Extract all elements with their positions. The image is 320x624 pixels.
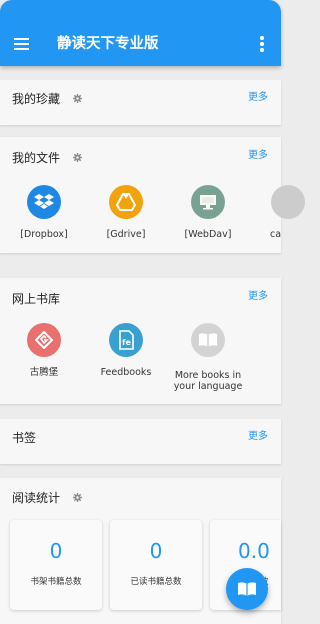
stat-label: 已读书籍总数 <box>130 577 182 587</box>
generic-icon <box>271 185 305 219</box>
stat-value: 0.0 <box>238 539 270 563</box>
open-book-fab[interactable] <box>226 568 268 610</box>
more-vert-icon[interactable] <box>257 36 267 52</box>
stat-value: 0 <box>149 539 163 563</box>
bookmarks-title: 书签 <box>12 431 37 445</box>
gutenberg-label: 古腾堡 <box>29 367 59 378</box>
app-bar: 静读天下专业版 <box>0 0 281 66</box>
online-library-card: 网上书库 更多 古腾堡 fe Feedbooks More books in y… <box>0 278 281 404</box>
svg-text:fe: fe <box>122 338 131 347</box>
online-library-title: 网上书库 <box>12 292 61 306</box>
gear-icon[interactable] <box>73 493 82 502</box>
my-files-title: 我的文件 <box>12 151 61 165</box>
favorites-card: 我的珍藏 更多 <box>0 80 281 125</box>
menu-icon[interactable] <box>14 38 29 50</box>
dropbox-label: [Dropbox] <box>20 229 68 240</box>
feedbooks-icon: fe <box>109 323 143 357</box>
online-library-more-link[interactable]: 更多 <box>248 290 268 304</box>
more-books-label-line1: More books in <box>174 370 242 381</box>
stat-label: 书架书籍总数 <box>30 577 82 587</box>
my-files-card: 我的文件 更多 [Dropbox] [Gdrive] [WebDav] ca <box>0 137 305 253</box>
stat-value: 0 <box>49 539 63 563</box>
stat-card-shelf-books[interactable]: 0 书架书籍总数 <box>10 520 102 610</box>
favorites-more-link[interactable]: 更多 <box>248 91 268 105</box>
bookmarks-card: 书签 更多 <box>0 419 281 464</box>
google-drive-icon <box>109 185 143 219</box>
gdrive-label: [Gdrive] <box>106 229 146 240</box>
computer-icon <box>191 185 225 219</box>
favorites-title: 我的珍藏 <box>12 92 61 106</box>
app-title: 静读天下专业版 <box>57 36 159 52</box>
open-book-icon <box>191 323 225 357</box>
gear-icon[interactable] <box>73 153 82 162</box>
dropbox-icon <box>27 185 61 219</box>
reading-stats-title: 阅读统计 <box>12 491 61 505</box>
bookmarks-more-link[interactable]: 更多 <box>248 430 268 444</box>
webdav-label: [WebDav] <box>184 229 232 240</box>
partial-item-label: ca <box>270 229 282 240</box>
stat-card-read-books[interactable]: 0 已读书籍总数 <box>110 520 202 610</box>
more-books-label-line2: your language <box>173 381 243 392</box>
gear-icon[interactable] <box>73 94 82 103</box>
my-files-more-link[interactable]: 更多 <box>248 149 268 163</box>
feedbooks-label: Feedbooks <box>100 367 152 378</box>
gutenberg-icon <box>27 323 61 357</box>
book-icon <box>238 582 256 596</box>
